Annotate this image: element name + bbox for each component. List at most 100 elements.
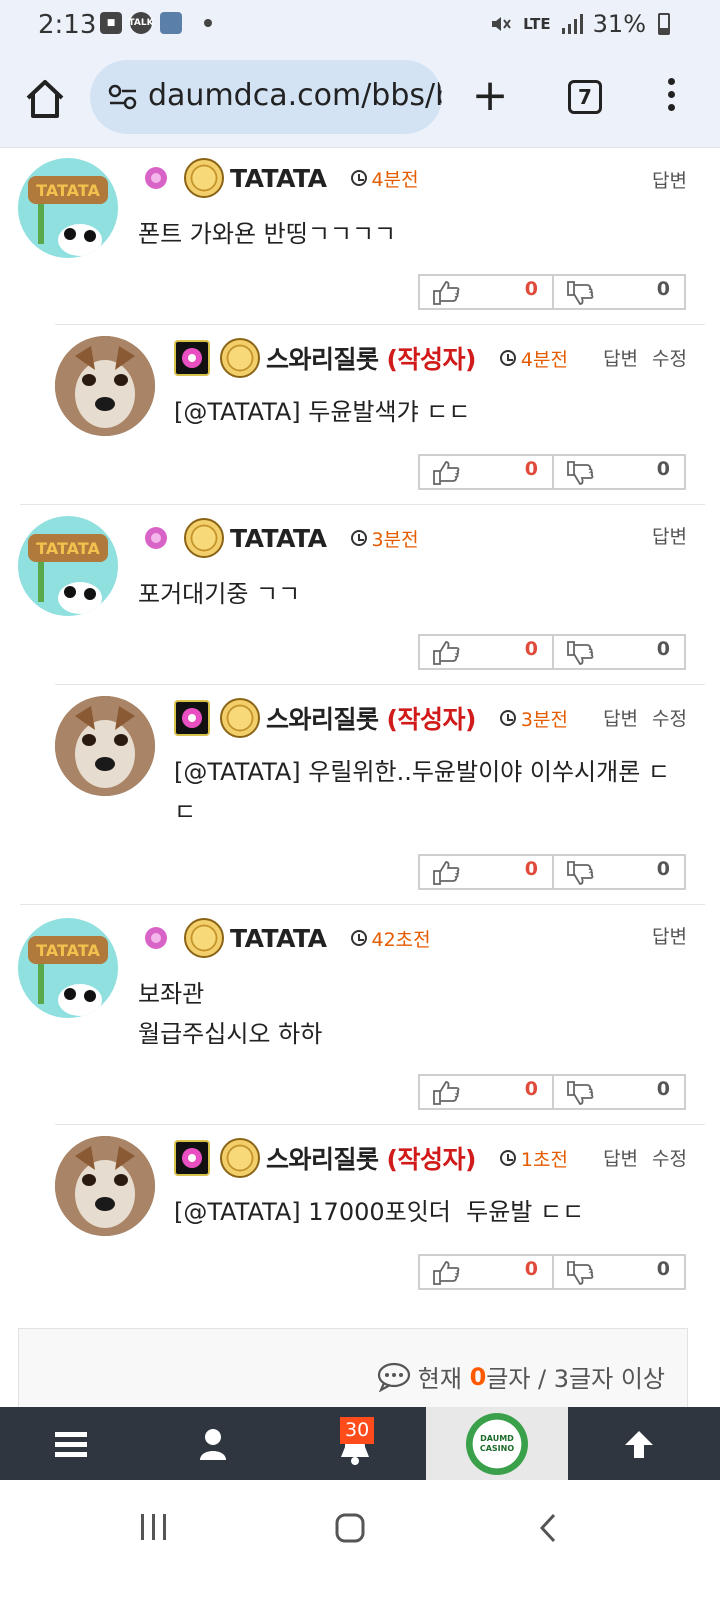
thumbs-up-icon — [433, 1261, 460, 1285]
thumbs-down-icon — [567, 1261, 594, 1285]
nickname[interactable]: TATATA — [230, 164, 327, 193]
home-nav-icon[interactable] — [334, 1512, 366, 1544]
edit-button[interactable]: 수정 — [652, 704, 687, 731]
address-bar[interactable]: daumdca.com/bbs/b — [90, 60, 442, 134]
comment-meta: 스와리질롯 (작성자) 4분전 — [174, 338, 568, 378]
notification-icons: ■ TALK — [100, 12, 212, 34]
comment-text: [@TATATA] 우릴위한..두윤발이야 이쑤시개론 ㄷ ㄷ — [174, 758, 670, 826]
avatar[interactable]: TATATA — [18, 158, 118, 258]
level-icon — [138, 160, 174, 196]
vote-box: 0 0 — [418, 854, 686, 890]
status-right: LTE 31% — [489, 10, 670, 38]
like-button[interactable]: 0 — [420, 1076, 552, 1108]
comment-actions: 답변 — [652, 922, 687, 949]
reply-button[interactable]: 답변 — [652, 522, 687, 549]
reply-button[interactable]: 답변 — [603, 704, 638, 731]
nickname[interactable]: 스와리질롯 — [266, 1140, 379, 1176]
like-button[interactable]: 0 — [420, 456, 552, 488]
clock-icon — [350, 530, 367, 546]
site-bottom-nav: 30 DAUMD CASINO — [0, 1407, 720, 1480]
like-button[interactable]: 0 — [420, 636, 552, 668]
back-icon[interactable] — [538, 1512, 558, 1544]
nav-profile[interactable] — [142, 1407, 284, 1480]
comment-time: 42초전 — [350, 925, 431, 952]
comment-text: [@TATATA] 17000포잇더 두윤발 ㄷㄷ — [174, 1198, 585, 1226]
edit-button[interactable]: 수정 — [652, 344, 687, 371]
reply-button[interactable]: 답변 — [603, 1144, 638, 1171]
system-nav-bar — [0, 1480, 720, 1600]
recent-apps-icon[interactable] — [138, 1512, 170, 1542]
battery-icon — [658, 13, 670, 35]
nav-scroll-top[interactable] — [568, 1407, 710, 1480]
new-tab-icon[interactable]: + — [468, 74, 512, 118]
thumbs-down-icon — [567, 1081, 594, 1105]
reply-button[interactable]: 답변 — [603, 344, 638, 371]
comment-actions: 답변 수정 — [603, 704, 687, 731]
comment-input[interactable]: 현재 0 글자 / 3글자 이상 — [18, 1328, 688, 1408]
dislike-button[interactable]: 0 — [551, 1076, 684, 1108]
nickname[interactable]: TATATA — [230, 924, 327, 953]
comment-meta: TATATA 4분전 — [138, 158, 419, 198]
more-notifications-icon — [204, 19, 212, 27]
thumbs-up-icon — [433, 461, 460, 485]
dislike-button[interactable]: 0 — [551, 1256, 684, 1288]
char-counter: 현재 0 글자 / 3글자 이상 — [376, 1359, 665, 1394]
vote-box: 0 0 — [418, 274, 686, 310]
site-settings-icon[interactable] — [108, 84, 138, 110]
author-tag: (작성자) — [386, 1145, 477, 1174]
avatar[interactable] — [55, 696, 155, 796]
avatar[interactable]: TATATA — [18, 918, 118, 1018]
like-button[interactable]: 0 — [420, 276, 552, 308]
url-text[interactable]: daumdca.com/bbs/b — [148, 78, 442, 113]
comment-actions: 답변 — [652, 522, 687, 549]
comment-actions: 답변 수정 — [603, 1144, 687, 1171]
reply-button[interactable]: 답변 — [652, 166, 687, 193]
tab-switcher-button[interactable]: 7 — [568, 80, 602, 114]
coin-badge-icon — [184, 918, 224, 958]
nav-menu[interactable] — [0, 1407, 142, 1480]
author-tag: (작성자) — [386, 345, 477, 374]
reply-button[interactable]: 답변 — [652, 922, 687, 949]
svg-text:TATATA: TATATA — [36, 539, 100, 558]
edit-button[interactable]: 수정 — [652, 1144, 687, 1171]
casino-logo: DAUMD CASINO — [466, 1412, 528, 1475]
dislike-button[interactable]: 0 — [551, 856, 684, 888]
vote-box: 0 0 — [418, 634, 686, 670]
coin-badge-icon — [184, 158, 224, 198]
more-menu-icon[interactable] — [664, 78, 678, 116]
vote-box: 0 0 — [418, 1254, 686, 1290]
status-bar: 2:13 ■ TALK LTE 31% — [0, 0, 720, 50]
avatar[interactable] — [55, 1136, 155, 1236]
level-icon — [174, 340, 210, 376]
coin-badge-icon — [220, 698, 260, 738]
speech-bubble-icon — [377, 1362, 410, 1392]
thumbs-up-icon — [433, 641, 460, 665]
thumbs-down-icon — [567, 281, 594, 305]
home-icon[interactable] — [22, 76, 68, 122]
message-icon: ■ — [100, 12, 122, 34]
nickname[interactable]: TATATA — [230, 524, 327, 553]
avatar[interactable] — [55, 336, 155, 436]
thumbs-up-icon — [433, 861, 460, 885]
coin-badge-icon — [220, 1138, 260, 1178]
nickname[interactable]: 스와리질롯 — [266, 700, 379, 736]
dislike-button[interactable]: 0 — [551, 276, 684, 308]
dislike-button[interactable]: 0 — [551, 456, 684, 488]
svg-text:TATATA: TATATA — [36, 181, 100, 200]
avatar[interactable]: TATATA — [18, 516, 118, 616]
clock-icon — [499, 1150, 516, 1166]
nav-casino[interactable]: DAUMD CASINO — [426, 1407, 568, 1480]
comment-meta: TATATA 42초전 — [138, 918, 431, 958]
nickname[interactable]: 스와리질롯 — [266, 340, 379, 376]
dislike-button[interactable]: 0 — [551, 636, 684, 668]
like-button[interactable]: 0 — [420, 1256, 552, 1288]
comment-text: 포거대기중 ㄱㄱ — [138, 580, 301, 608]
like-button[interactable]: 0 — [420, 856, 552, 888]
comment-time: 3분전 — [350, 525, 419, 552]
nav-notifications[interactable]: 30 — [284, 1407, 426, 1480]
user-icon — [200, 1428, 226, 1460]
coin-badge-icon — [220, 338, 260, 378]
comment-time: 4분전 — [350, 165, 419, 192]
comment-text: [@TATATA] 두윤발색갸 ㄷㄷ — [174, 398, 471, 426]
comment-time: 3분전 — [499, 705, 568, 732]
